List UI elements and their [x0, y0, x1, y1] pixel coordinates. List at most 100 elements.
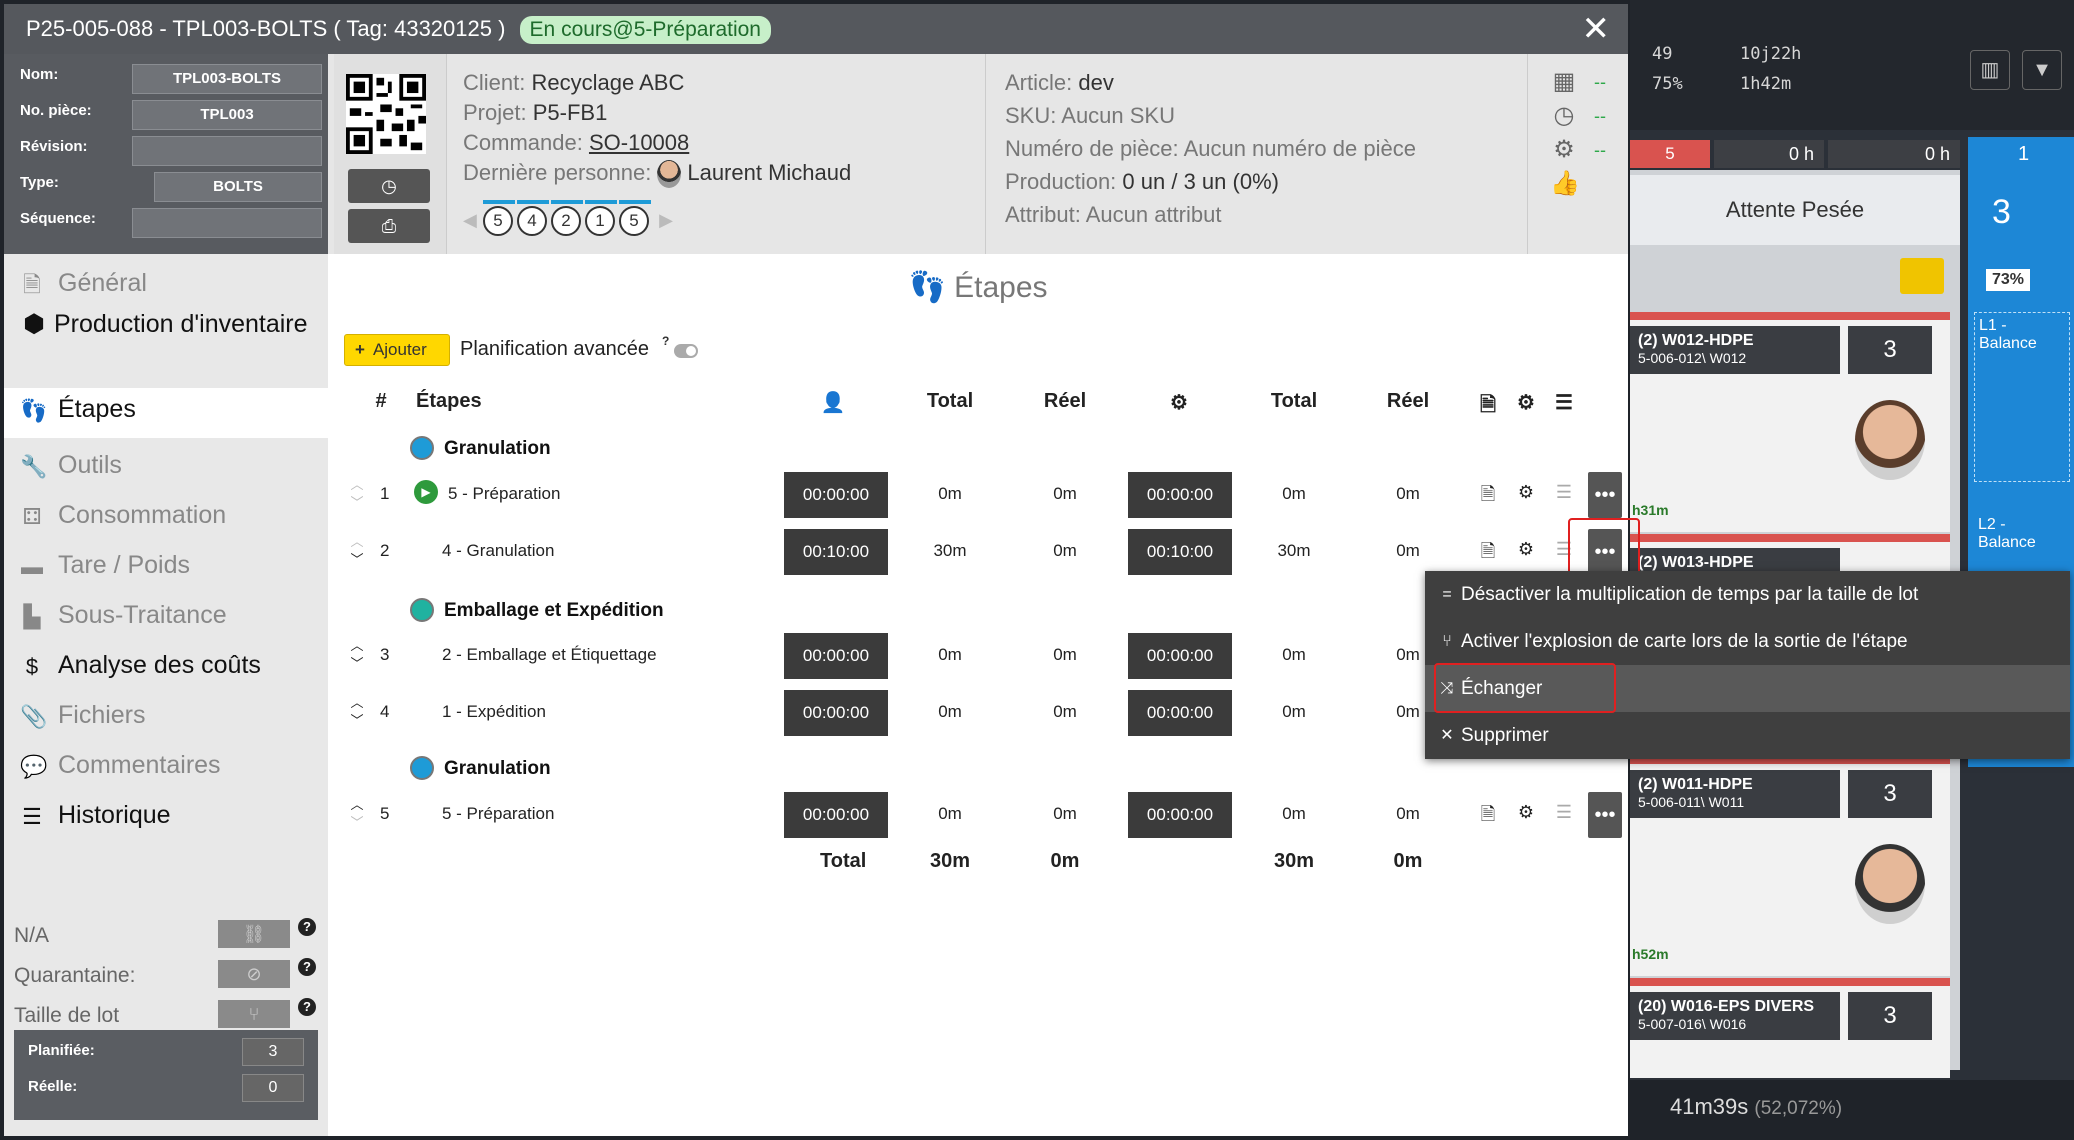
reelle-field[interactable]: 0	[242, 1074, 304, 1102]
menu-item-label: Activer l'explosion de carte lors de la …	[1461, 631, 1908, 652]
help-icon[interactable]: ?	[298, 918, 316, 936]
nom-field[interactable]: TPL003-BOLTS	[132, 64, 322, 94]
reorder-arrows[interactable]: ︿ ﹀	[348, 694, 366, 730]
piece-field[interactable]: TPL003	[132, 100, 322, 130]
menu-item-disable-multiplication[interactable]: = Désactiver la multiplication de temps p…	[1425, 571, 2070, 618]
nav-item-outils[interactable]: 🔧 Outils	[4, 444, 328, 486]
chevron-up-icon[interactable]: ︿	[348, 796, 366, 814]
nav-item-etapes[interactable]: 👣 Étapes	[4, 388, 328, 438]
commande-link[interactable]: SO-10008	[589, 130, 689, 155]
nav-item-production[interactable]: ⬢ Production d'inventaire	[4, 308, 328, 372]
step-circle[interactable]: 2	[550, 200, 583, 236]
unlink-icon[interactable]: ⛓	[218, 920, 290, 948]
step-circle[interactable]: 5	[618, 200, 651, 236]
checklist-icon[interactable]: ☰	[1552, 802, 1576, 823]
document-icon: 🗎	[1479, 394, 1497, 416]
nav-item-tare[interactable]: ▬ Tare / Poids	[4, 544, 328, 586]
gears-icon[interactable]: ⚙	[1514, 802, 1538, 823]
step-circle[interactable]: 4	[516, 200, 549, 236]
nav-item-general[interactable]: 🗎 Général	[4, 262, 328, 304]
nav-item-sous-traitance[interactable]: ▙ Sous-Traitance	[4, 594, 328, 636]
help-icon[interactable]: ?	[662, 334, 669, 348]
identity-fields: Nom: TPL003-BOLTS No. pièce: TPL003 Révisi…	[4, 54, 328, 254]
gears-icon[interactable]: ⚙	[1514, 539, 1538, 560]
gears-icon[interactable]: ⚙	[1514, 482, 1538, 503]
revision-field[interactable]	[132, 136, 322, 166]
nav-label: Général	[58, 269, 147, 297]
step-circle[interactable]: 5	[482, 200, 515, 236]
menu-item-supprimer[interactable]: ✕ Supprimer	[1425, 712, 2070, 759]
chevron-left-icon[interactable]: ◀	[463, 210, 477, 231]
close-icon[interactable]: ✕	[1582, 4, 1611, 54]
nav-item-analyse[interactable]: $ Analyse des coûts	[4, 644, 328, 686]
chevron-down-icon[interactable]: ﹀	[348, 551, 366, 569]
reorder-arrows[interactable]: ︿ ﹀	[348, 796, 366, 832]
more-button[interactable]: •••	[1588, 472, 1622, 518]
document-icon[interactable]: 🗎	[1476, 539, 1500, 569]
chevron-up-icon[interactable]: ︿	[348, 637, 366, 655]
chevron-up-icon[interactable]: ︿	[348, 533, 366, 551]
reorder-arrows[interactable]: ︿ ﹀	[348, 637, 366, 673]
document-icon[interactable]: 🗎	[1476, 802, 1500, 832]
bg-stat-2: 10j22h	[1740, 44, 1802, 64]
time-input[interactable]: 00:00:00	[784, 690, 888, 736]
print-button[interactable]: ⎙	[348, 209, 430, 243]
planifiee-field[interactable]: 3	[242, 1038, 304, 1066]
sequence-field[interactable]	[132, 208, 322, 238]
branch-icon[interactable]: ⑂	[218, 1000, 290, 1028]
reorder-arrows[interactable]: ︿ ﹀	[348, 533, 366, 569]
time-input[interactable]: 00:10:00	[784, 529, 888, 575]
reorder-arrows[interactable]: ︿ ﹀	[348, 476, 366, 512]
bg-card[interactable]: (2) W011-HDPE 5-006-011\ W011 3 h52m	[1630, 756, 1950, 976]
play-icon[interactable]: ▶	[414, 480, 438, 504]
document-icon[interactable]: 🗎	[1476, 482, 1500, 512]
nav-item-fichiers[interactable]: 📎 Fichiers	[4, 694, 328, 736]
time-input[interactable]: 00:00:00	[1128, 633, 1232, 679]
checklist-icon[interactable]: ☰	[1552, 482, 1576, 503]
reel-value: 0m	[1053, 645, 1077, 664]
advanced-planning-toggle[interactable]	[674, 344, 698, 358]
time-input[interactable]: 00:00:00	[1128, 690, 1232, 736]
help-icon[interactable]: ?	[298, 958, 316, 976]
chevron-up-icon[interactable]: ︿	[348, 694, 366, 712]
help-icon[interactable]: ?	[298, 998, 316, 1016]
group-label: Granulation	[444, 438, 551, 459]
filter-icon[interactable]: ▼	[2022, 50, 2062, 90]
total-value: 0m	[938, 804, 962, 823]
more-button[interactable]: •••	[1588, 792, 1622, 838]
sort-icon[interactable]	[1900, 258, 1944, 294]
history-clock-button[interactable]: ◷	[348, 169, 430, 203]
table-row[interactable]: ︿ ﹀ 5 5 - Préparation 00:00:00 0m 0m 00:0…	[328, 790, 1628, 840]
time-input[interactable]: 00:00:00	[1128, 472, 1232, 518]
bg-card[interactable]: (2) W013-HDPE	[1630, 534, 1950, 580]
nav-item-commentaires[interactable]: 💬 Commentaires	[4, 744, 328, 786]
chart-icon[interactable]: ▥	[1970, 50, 2010, 90]
chevron-down-icon[interactable]: ﹀	[348, 814, 366, 832]
time-input[interactable]: 00:00:00	[784, 633, 888, 679]
ban-icon[interactable]: ⊘	[218, 960, 290, 988]
time-input[interactable]: 00:00:00	[1128, 792, 1232, 838]
time-input[interactable]: 00:00:00	[784, 472, 888, 518]
add-step-button[interactable]: + Ajouter	[344, 334, 450, 366]
chevron-down-icon[interactable]: ﹀	[348, 494, 366, 512]
chevron-down-icon[interactable]: ﹀	[348, 655, 366, 673]
bg-card-title: (20) W016-EPS DIVERS 5-007-016\ W016	[1630, 992, 1840, 1040]
numero-label: Numéro de pièce:	[1005, 136, 1179, 161]
background-topbar: 49 10j22h 75% 1h42m ▥ ▼	[1630, 0, 2074, 130]
type-field[interactable]: BOLTS	[154, 172, 322, 202]
time-input[interactable]: 00:10:00	[1128, 529, 1232, 575]
nav-item-consommation[interactable]: ⚃ Consommation	[4, 494, 328, 536]
bg-card[interactable]: (2) W012-HDPE 5-006-012\ W012 3 h31m	[1630, 312, 1950, 532]
chevron-right-icon[interactable]: ▶	[659, 210, 673, 231]
projet-value: P5-FB1	[532, 100, 608, 125]
chevron-down-icon[interactable]: ﹀	[348, 712, 366, 730]
bg-card[interactable]: (20) W016-EPS DIVERS 5-007-016\ W016 3	[1630, 978, 1950, 1078]
menu-item-enable-explosion[interactable]: ⑂ Activer l'explosion de carte lors de la…	[1425, 618, 2070, 665]
time-input[interactable]: 00:00:00	[784, 792, 888, 838]
reel-value: 0m	[1396, 804, 1420, 823]
chevron-up-icon[interactable]: ︿	[348, 476, 366, 494]
nav-item-historique[interactable]: ☰ Historique	[4, 794, 328, 836]
step-circle[interactable]: 1	[584, 200, 617, 236]
table-row[interactable]: ︿ ﹀ 1 ▶ 5 - Préparation 00:00:00 0m 0m 00…	[328, 470, 1628, 520]
table-row[interactable]: ︿ ﹀ 2 4 - Granulation 00:10:00 30m 0m 00:…	[328, 527, 1628, 577]
